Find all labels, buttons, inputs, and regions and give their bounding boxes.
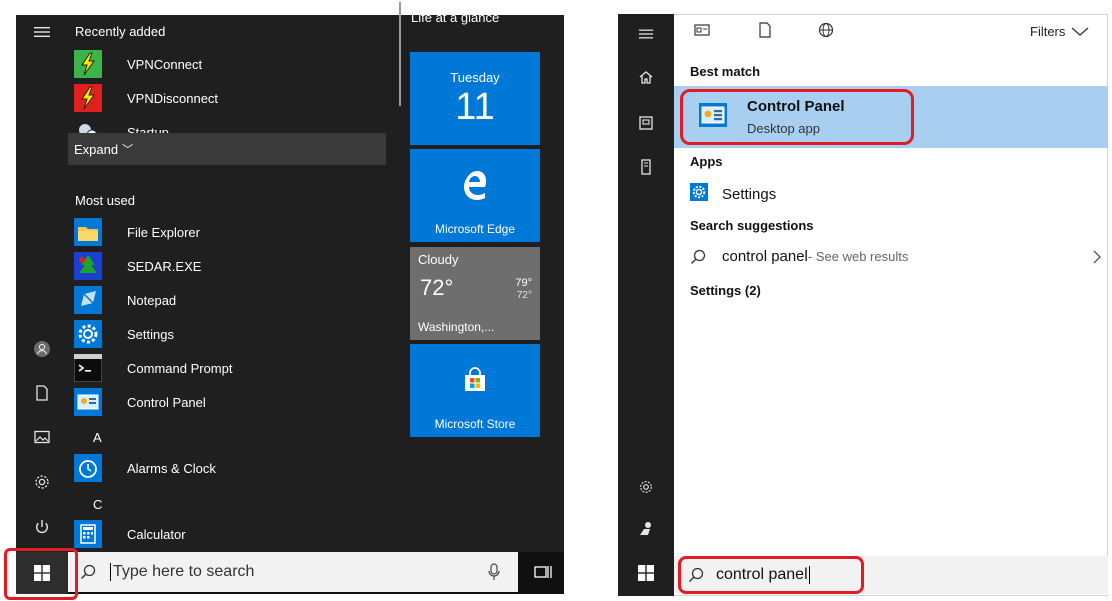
web-filter-icon[interactable] (818, 22, 834, 41)
command-prompt-icon (73, 353, 103, 383)
vpn-disconnect-icon (73, 83, 103, 113)
tile-label: Microsoft Store (434, 417, 516, 431)
microphone-icon[interactable] (488, 563, 500, 584)
search-placeholder: Type here to search (110, 563, 254, 581)
microsoft-store-tile[interactable]: Microsoft Store (410, 344, 540, 437)
app-label: Alarms & Clock (127, 460, 216, 476)
apps-filter-icon[interactable] (694, 22, 710, 41)
app-item-vpnconnect[interactable]: VPNConnect (73, 48, 388, 80)
microsoft-edge-tile[interactable]: Microsoft Edge (410, 149, 540, 242)
app-label: VPNDisconnect (127, 90, 219, 106)
weather-low: 72° (516, 290, 532, 301)
filters-dropdown[interactable]: Filters (1030, 24, 1089, 39)
annotation-highlight-best-match (680, 89, 914, 145)
app-item-notepad[interactable]: Notepad (73, 284, 388, 316)
store-icon (410, 366, 540, 397)
app-item-alarms-clock[interactable]: Alarms & Clock (73, 452, 388, 484)
most-used-heading: Most used (75, 193, 135, 208)
taskbar-search-box[interactable]: Type here to search (68, 552, 518, 592)
task-view-icon[interactable] (523, 552, 563, 592)
pictures-icon[interactable] (16, 422, 68, 452)
app-label: Notepad (127, 292, 177, 308)
app-item-vpndisconnect[interactable]: VPNDisconnect (73, 82, 388, 114)
calendar-day: Tuesday (450, 70, 500, 85)
search-rail (618, 14, 674, 596)
power-icon[interactable] (16, 512, 68, 542)
filters-label: Filters (1030, 24, 1066, 39)
app-item-settings[interactable]: Settings (73, 318, 388, 350)
search-icon (81, 564, 96, 579)
letter-heading-c[interactable]: C (93, 497, 102, 512)
hamburger-menu-icon[interactable] (618, 19, 674, 49)
documents-icon[interactable] (16, 378, 68, 408)
app-label: Control Panel (127, 394, 206, 410)
calendar-date: 11 (455, 86, 495, 128)
app-label: Settings (127, 326, 174, 342)
search-suggestions-heading: Search suggestions (690, 218, 814, 233)
app-label: File Explorer (127, 224, 200, 240)
chevron-down-icon (1071, 27, 1089, 36)
windows-logo-icon[interactable] (618, 558, 674, 588)
expand-button[interactable]: Expand ﹀ (68, 133, 386, 165)
app-label: SEDAR.EXE (127, 258, 202, 274)
notebook-icon[interactable] (618, 108, 674, 138)
feedback-icon[interactable] (618, 514, 674, 544)
app-label: Command Prompt (127, 360, 233, 376)
search-icon (691, 249, 706, 264)
alarm-clock-icon (73, 453, 103, 483)
app-item-command-prompt[interactable]: Command Prompt (73, 352, 388, 384)
settings-gear-icon[interactable] (16, 467, 68, 497)
settings-gear-icon (690, 183, 708, 205)
tile-label: Microsoft Edge (434, 222, 516, 236)
app-label: Calculator (127, 526, 186, 542)
app-result-label: Settings (722, 185, 777, 203)
app-result-settings[interactable]: Settings (690, 183, 776, 205)
web-suggestion-row[interactable]: control panel - See web results (690, 248, 1102, 265)
settings-heading[interactable]: Settings (2) (690, 283, 761, 298)
chevron-down-icon: ﹀ (122, 144, 134, 156)
settings-gear-icon (73, 319, 103, 349)
weather-condition: Cloudy (418, 252, 459, 267)
scrollbar[interactable] (399, 2, 401, 106)
settings-gear-icon[interactable] (618, 472, 674, 502)
suggestion-query: control panel (722, 248, 808, 265)
annotation-highlight-start (4, 548, 78, 600)
edge-icon (410, 167, 540, 204)
app-item-sedar[interactable]: SEDAR.EXE (73, 250, 388, 282)
apps-heading: Apps (690, 154, 723, 169)
file-explorer-icon (73, 217, 103, 247)
weather-location: Washington,... (418, 320, 495, 334)
user-avatar-icon[interactable] (16, 334, 68, 364)
letter-heading-a[interactable]: A (93, 430, 102, 445)
life-at-a-glance-heading: Life at a glance (411, 10, 500, 25)
sedar-icon (73, 251, 103, 281)
documents-filter-icon[interactable] (757, 22, 773, 41)
calculator-icon (73, 519, 103, 549)
hamburger-menu-icon[interactable] (16, 17, 68, 47)
annotation-highlight-search (678, 556, 864, 594)
app-label: VPNConnect (127, 56, 203, 72)
weather-temp: 72° (420, 275, 454, 300)
vpn-connect-icon (73, 49, 103, 79)
suggestion-hint: - See web results (807, 249, 909, 264)
weather-high: 79° (515, 277, 532, 289)
notepad-icon (73, 285, 103, 315)
expand-label: Expand (74, 141, 119, 157)
app-item-control-panel[interactable]: Control Panel (73, 386, 388, 418)
best-match-heading: Best match (690, 64, 761, 79)
app-item-calculator[interactable]: Calculator (73, 518, 388, 550)
device-icon[interactable] (618, 152, 674, 182)
recently-added-heading: Recently added (75, 24, 166, 39)
app-item-file-explorer[interactable]: File Explorer (73, 216, 388, 248)
home-icon[interactable] (618, 62, 674, 92)
chevron-right-icon (1093, 250, 1101, 263)
calendar-tile[interactable]: Tuesday 11 (410, 52, 540, 145)
control-panel-icon (73, 387, 103, 417)
weather-tile[interactable]: Cloudy 72° 79° 72° Washington,... (410, 247, 540, 340)
